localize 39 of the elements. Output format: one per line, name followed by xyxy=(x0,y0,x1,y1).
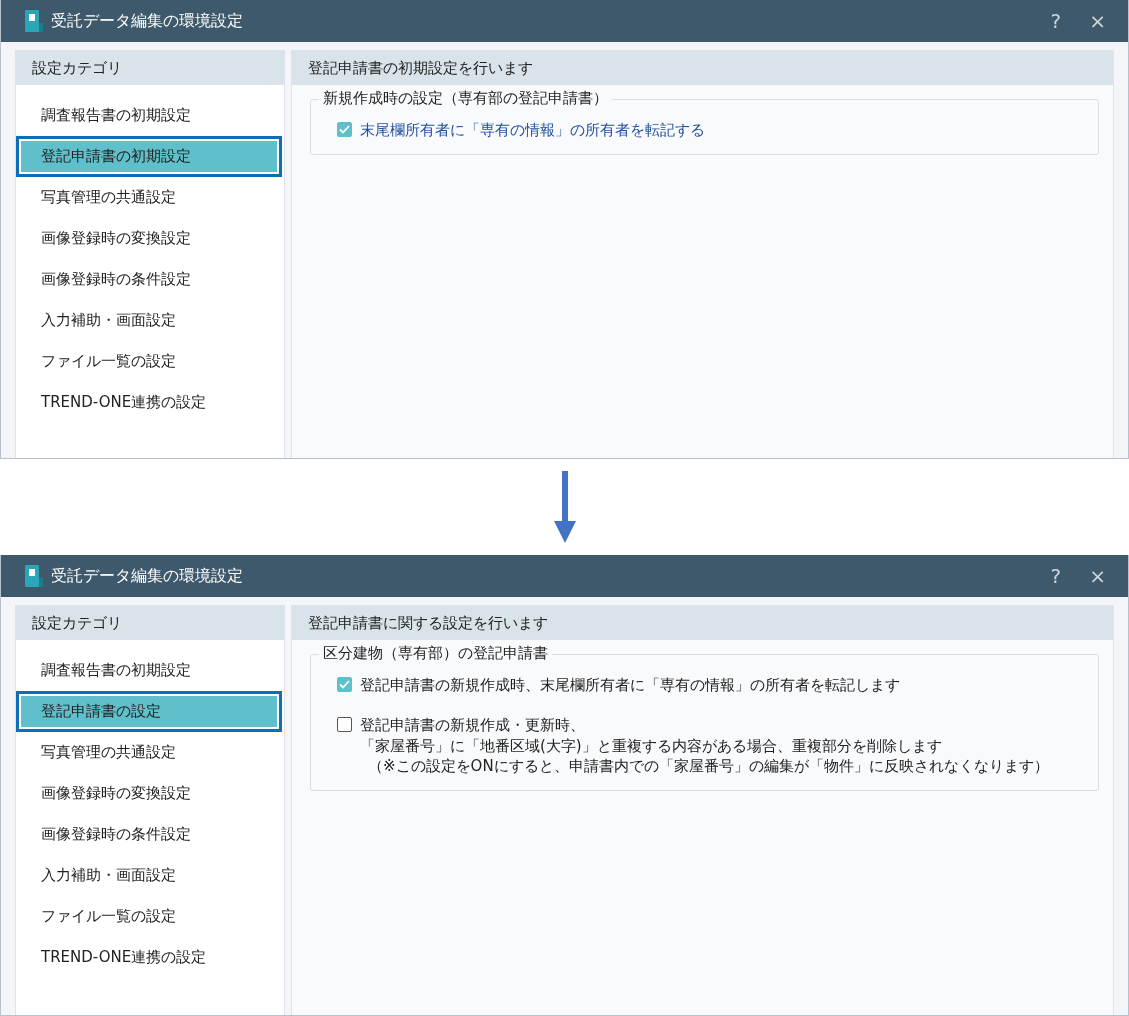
sidebar-item[interactable]: 画像登録時の変換設定 xyxy=(16,773,282,814)
help-button[interactable]: ? xyxy=(1040,564,1072,588)
sidebar-item[interactable]: 画像登録時の条件設定 xyxy=(16,259,282,300)
window-title: 受託データ編集の環境設定 xyxy=(51,565,244,587)
sidebar-header: 設定カテゴリ xyxy=(16,51,284,85)
option-label: 登記申請書の新規作成・更新時、 xyxy=(360,715,586,736)
option-note: （※この設定をONにすると、申請書内での「家屋番号」の編集が「物件」に反映されなくなります） xyxy=(367,755,1049,776)
window-title: 受託データ編集の環境設定 xyxy=(51,10,244,32)
sidebar-item[interactable]: 登記申請書の初期設定 xyxy=(16,136,282,177)
checkbox[interactable] xyxy=(337,677,352,692)
sidebar-item[interactable]: ファイル一覧の設定 xyxy=(16,341,282,382)
sidebar-item[interactable]: 調査報告書の初期設定 xyxy=(16,650,282,691)
group-legend: 新規作成時の設定（専有部の登記申請書） xyxy=(319,89,612,108)
sidebar-item[interactable]: 入力補助・画面設定 xyxy=(16,300,282,341)
down-arrow-icon xyxy=(553,471,576,543)
app-logo-icon xyxy=(25,9,43,33)
content-header: 登記申請書に関する設定を行います xyxy=(292,606,1113,640)
content-header: 登記申請書の初期設定を行います xyxy=(292,51,1113,85)
help-button[interactable]: ? xyxy=(1040,9,1072,33)
option-label: 登記申請書の新規作成時、末尾欄所有者に「専有の情報」の所有者を転記します xyxy=(360,675,900,696)
sidebar-item[interactable]: 入力補助・画面設定 xyxy=(16,855,282,896)
group-legend: 区分建物（専有部）の登記申請書 xyxy=(319,644,552,663)
sidebar-item[interactable]: 写真管理の共通設定 xyxy=(16,177,282,218)
sidebar-item[interactable]: 画像登録時の変換設定 xyxy=(16,218,282,259)
sidebar-item[interactable]: 画像登録時の条件設定 xyxy=(16,814,282,855)
sidebar-item[interactable]: TREND-ONE連携の設定 xyxy=(16,937,282,978)
option-label: 「家屋番号」に「地番区域(大字)」と重複する内容がある場合、重複部分を削除します xyxy=(360,735,943,756)
option-label: 末尾欄所有者に「専有の情報」の所有者を転記する xyxy=(360,120,705,141)
checkbox[interactable] xyxy=(337,717,352,733)
close-button[interactable]: × xyxy=(1079,9,1116,33)
sidebar-item[interactable]: 調査報告書の初期設定 xyxy=(16,95,282,136)
sidebar-item[interactable]: 写真管理の共通設定 xyxy=(16,732,282,773)
checkbox[interactable] xyxy=(337,122,352,137)
close-button[interactable]: × xyxy=(1079,564,1116,588)
app-logo-icon xyxy=(25,564,43,588)
sidebar-item[interactable]: 登記申請書の設定 xyxy=(16,691,282,732)
sidebar-header: 設定カテゴリ xyxy=(16,606,284,640)
sidebar-item[interactable]: TREND-ONE連携の設定 xyxy=(16,382,282,423)
sidebar-item[interactable]: ファイル一覧の設定 xyxy=(16,896,282,937)
